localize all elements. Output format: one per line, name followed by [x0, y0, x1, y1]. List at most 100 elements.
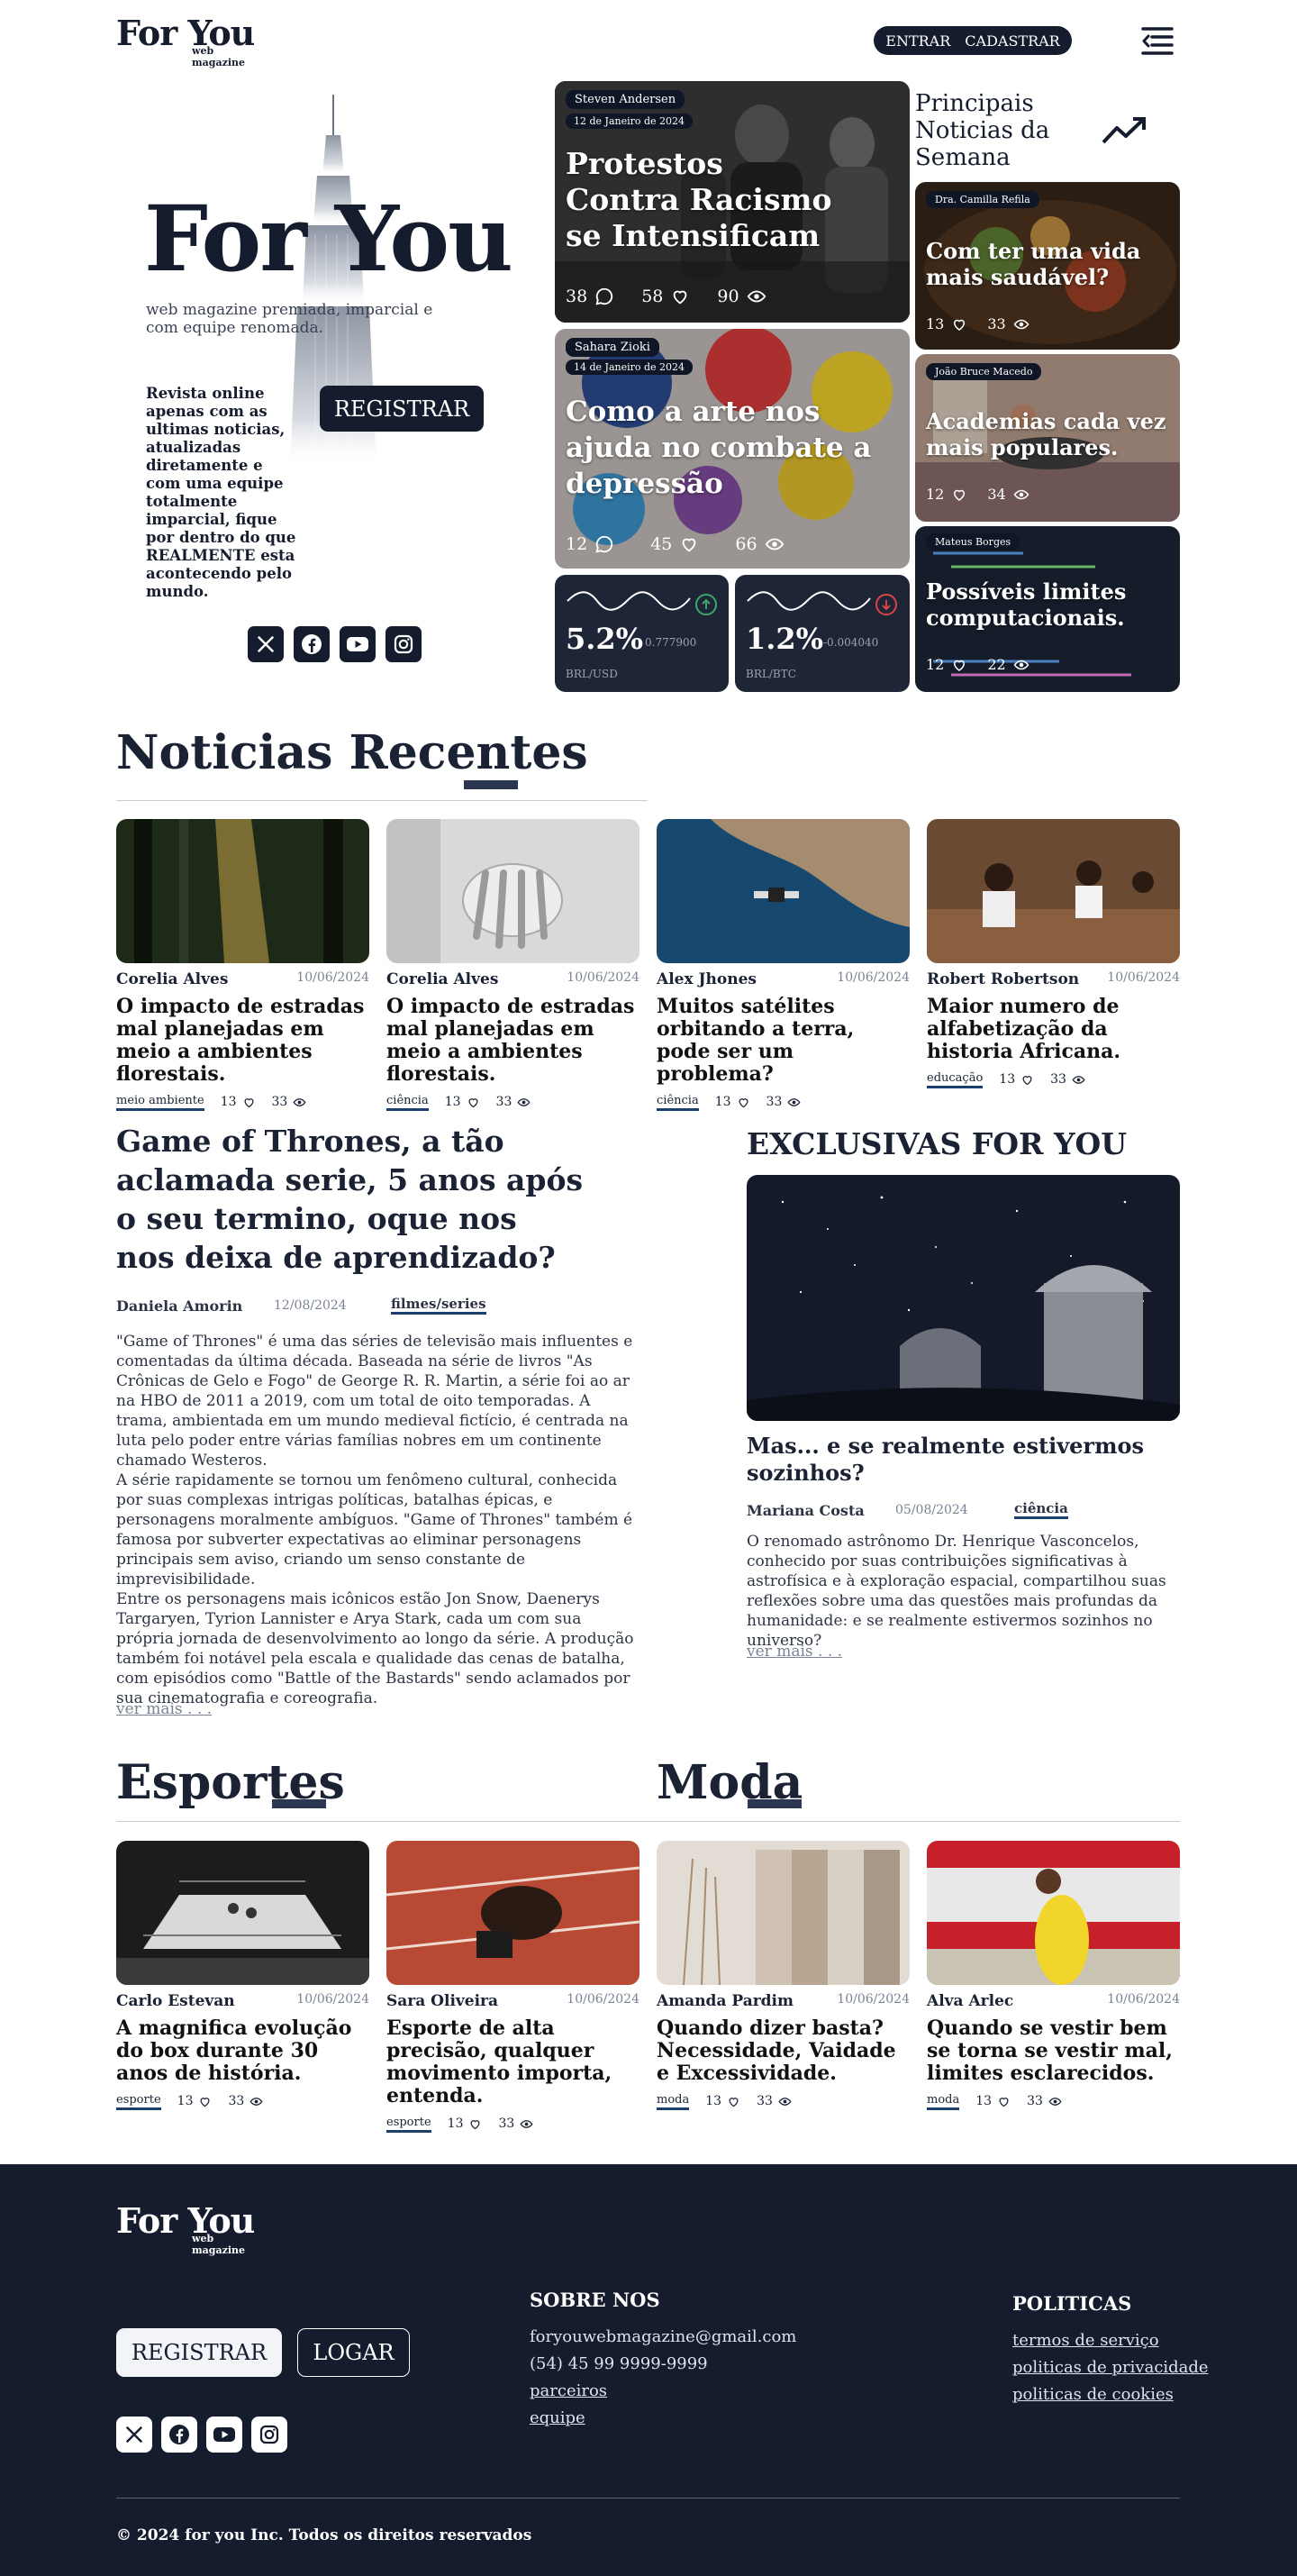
- feature-article-title[interactable]: Game of Thrones, a tão aclamada serie, 5…: [116, 1122, 585, 1277]
- x-icon[interactable]: [248, 626, 284, 662]
- about-column: SOBRE NOS foryouwebmagazine@gmail.com (5…: [530, 2289, 796, 2435]
- card-title: Quando dizer basta? Necessidade, Vaidade…: [657, 2016, 896, 2085]
- comment-icon: [595, 535, 613, 553]
- featured-card-art[interactable]: Sahara Zioki 14 de Janeiro de 2024 Como …: [555, 329, 910, 569]
- card-category[interactable]: esporte: [116, 2092, 161, 2110]
- card-image: [657, 819, 910, 963]
- like-count: 13: [999, 1072, 1016, 1087]
- card-category[interactable]: esporte: [386, 2115, 431, 2133]
- hero-register-button[interactable]: REGISTRAR: [320, 386, 484, 432]
- recent-card[interactable]: Alex Jhones 10/06/2024 Muitos satélites o…: [657, 819, 910, 1111]
- ticker-pair: BRL/BTC: [746, 668, 796, 680]
- card-category[interactable]: ciência: [386, 1093, 429, 1111]
- eye-icon: [787, 1097, 801, 1106]
- author-tag: Dra. Camilla Refila: [926, 191, 1039, 208]
- exclusive-category[interactable]: ciência: [1014, 1500, 1068, 1519]
- terms-link[interactable]: termos de serviço: [1012, 2331, 1209, 2350]
- footer-logo[interactable]: For You web magazine: [116, 2200, 255, 2256]
- card-category[interactable]: educação: [927, 1070, 984, 1088]
- like-count: 13: [447, 2116, 464, 2131]
- recent-card[interactable]: Robert Robertson 10/06/2024 Maior numero …: [927, 819, 1180, 1088]
- weekly-card-computing[interactable]: Mateus Borges Possíveis limites computac…: [915, 526, 1180, 692]
- exclusive-read-more[interactable]: ver mais . . .: [747, 1643, 842, 1661]
- partners-link[interactable]: parceiros: [530, 2381, 796, 2400]
- youtube-icon[interactable]: [206, 2417, 242, 2453]
- facebook-icon[interactable]: [294, 626, 330, 662]
- like-count: 13: [714, 1095, 731, 1109]
- login-link[interactable]: ENTRAR: [885, 32, 950, 50]
- instagram-icon[interactable]: [385, 626, 422, 662]
- trending-icon: [1101, 115, 1147, 150]
- footer-login-button[interactable]: LOGAR: [297, 2328, 410, 2377]
- article-read-more[interactable]: ver mais . . .: [116, 1700, 212, 1718]
- ticker-card-usd[interactable]: 5.2% 0.777900 BRL/USD: [555, 575, 729, 692]
- eye-icon: [1013, 489, 1029, 499]
- footer-divider: [116, 2498, 1180, 2499]
- view-count: 66: [735, 534, 757, 554]
- exclusive-title[interactable]: Mas... e se realmente estivermos sozinho…: [747, 1433, 1161, 1487]
- like-count: 13: [975, 2094, 993, 2108]
- header-logo[interactable]: For You web magazine: [116, 13, 255, 68]
- section-card[interactable]: Alva Arlec 10/06/2024 Quando se vestir be…: [927, 1841, 1180, 2110]
- view-count: 33: [498, 2116, 515, 2131]
- exclusive-author: Mariana Costa: [747, 1502, 865, 1519]
- menu-icon[interactable]: [1139, 25, 1175, 56]
- recent-card[interactable]: Corelia Alves 10/06/2024 O impacto de est…: [386, 819, 639, 1111]
- section-card[interactable]: Sara Oliveira 10/06/2024 Esporte de alta …: [386, 1841, 639, 2133]
- card-date: 10/06/2024: [1107, 1992, 1180, 2007]
- section-card[interactable]: Amanda Pardim 10/06/2024 Quando dizer bas…: [657, 1841, 910, 2110]
- card-title: Maior numero de alfabetização da histori…: [927, 995, 1121, 1063]
- youtube-icon[interactable]: [340, 626, 376, 662]
- article-date: 12/08/2024: [274, 1298, 347, 1313]
- heart-icon: [674, 290, 687, 305]
- ticker-card-btc[interactable]: 1.2% -0.004040 BRL/BTC: [735, 575, 910, 692]
- footer-register-button[interactable]: REGISTRAR: [116, 2328, 282, 2377]
- weekly-card-health[interactable]: Dra. Camilla Refila Com ter uma vida mai…: [915, 182, 1180, 350]
- signup-link[interactable]: CADASTRAR: [965, 32, 1059, 50]
- about-heading: SOBRE NOS: [530, 2289, 660, 2311]
- email-link[interactable]: foryouwebmagazine@gmail.com: [530, 2327, 796, 2346]
- policies-column: POLITICAS termos de serviço politicas de…: [1012, 2292, 1209, 2412]
- view-count: 22: [987, 656, 1006, 673]
- eye-icon: [1013, 319, 1029, 329]
- section-card[interactable]: Carlo Estevan 10/06/2024 A magnifica evol…: [116, 1841, 369, 2110]
- eye-icon: [517, 1097, 531, 1106]
- comment-icon: [595, 287, 613, 305]
- eye-icon: [520, 2119, 533, 2128]
- eye-icon: [249, 2097, 263, 2106]
- like-count: 58: [641, 287, 664, 306]
- heading-underline: [464, 780, 518, 789]
- card-category[interactable]: ciência: [657, 1093, 699, 1111]
- card-author: Corelia Alves: [386, 970, 499, 988]
- ticker-value: 5.2%: [566, 622, 644, 656]
- heart-icon: [244, 1097, 254, 1107]
- team-link[interactable]: equipe: [530, 2408, 796, 2427]
- featured-card-protests[interactable]: Steven Andersen 12 de Janeiro de 2024 Pr…: [555, 81, 910, 323]
- hero-subtitle: web magazine premiada, imparcial e com e…: [146, 301, 433, 337]
- instagram-icon[interactable]: [251, 2417, 287, 2453]
- x-icon[interactable]: [116, 2417, 152, 2453]
- card-date: 10/06/2024: [1107, 970, 1180, 985]
- card-author: Robert Robertson: [927, 970, 1080, 988]
- article-category[interactable]: filmes/series: [391, 1296, 486, 1315]
- privacy-link[interactable]: politicas de privacidade: [1012, 2358, 1209, 2377]
- exclusive-text: O renomado astrônomo Dr. Henrique Vascon…: [747, 1533, 1166, 1650]
- article-paragraph-1: "Game of Thrones" é uma das séries de te…: [116, 1333, 633, 1470]
- cookies-link[interactable]: politicas de cookies: [1012, 2385, 1209, 2404]
- recent-card[interactable]: Corelia Alves 10/06/2024 O impacto de est…: [116, 819, 369, 1111]
- ticker-pair: BRL/USD: [566, 668, 618, 680]
- facebook-icon[interactable]: [161, 2417, 197, 2453]
- card-author: Corelia Alves: [116, 970, 229, 988]
- author-tag: Sahara Zioki: [566, 338, 659, 357]
- card-category[interactable]: moda: [927, 2092, 960, 2110]
- view-count: 90: [717, 287, 739, 306]
- card-image: [657, 1841, 910, 1985]
- card-category[interactable]: moda: [657, 2092, 690, 2110]
- comment-count: 38: [566, 287, 588, 306]
- card-stats: 12 45 66: [566, 534, 785, 554]
- weekly-card-gym[interactable]: João Bruce Macedo Academias cada vez mai…: [915, 354, 1180, 522]
- card-date: 10/06/2024: [837, 970, 910, 985]
- phone-text: (54) 45 99 9999-9999: [530, 2354, 708, 2373]
- card-category[interactable]: meio ambiente: [116, 1093, 204, 1111]
- like-count: 13: [705, 2094, 722, 2108]
